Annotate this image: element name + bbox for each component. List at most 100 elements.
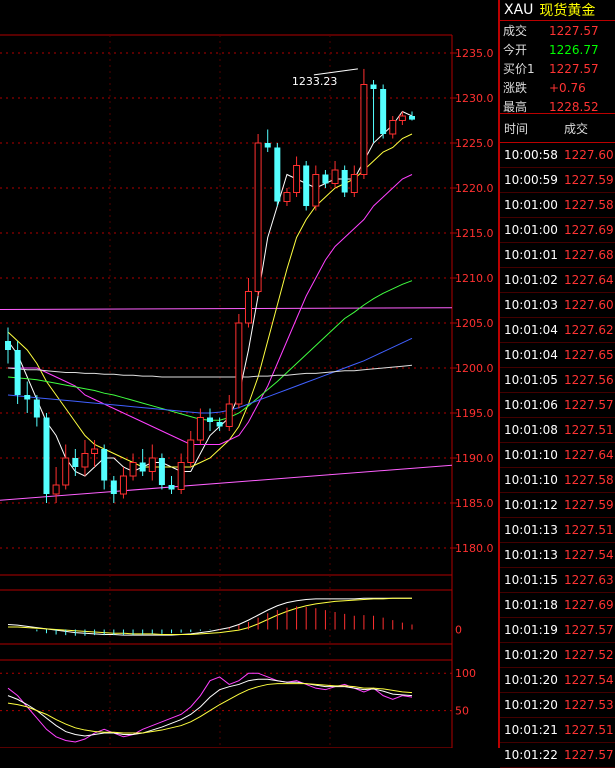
trade-row[interactable]: 10:01:08 1227.51 <box>500 418 615 443</box>
quote-label: 涨跌 <box>503 81 528 95</box>
trade-row[interactable]: 10:01:18 1227.69 <box>500 593 615 618</box>
candle-body-down <box>216 422 223 427</box>
candle-body-down <box>303 165 310 206</box>
trade-row[interactable]: 10:01:13 1227.51 <box>500 518 615 543</box>
y-tick-label: 1205.0 <box>455 317 494 330</box>
trade-row[interactable]: 10:01:20 1227.52 <box>500 643 615 668</box>
trade-price: 1227.58 <box>564 198 614 212</box>
trade-row[interactable]: 10:00:58 1227.60 <box>500 143 615 168</box>
chart-grid <box>0 34 457 748</box>
candle-body-up <box>312 174 320 207</box>
candle-body-down <box>168 485 175 490</box>
trend-line <box>0 307 453 310</box>
trade-row[interactable]: 10:01:03 1227.60 <box>500 293 615 318</box>
trade-row[interactable]: 10:01:20 1227.53 <box>500 693 615 718</box>
trade-row[interactable]: 10:01:00 1227.69 <box>500 218 615 243</box>
trade-price: 1227.56 <box>564 373 614 387</box>
trade-list[interactable]: 10:00:58 1227.60 10:00:59 1227.59 10:01:00 12… <box>500 143 615 768</box>
candle-body-up <box>398 115 406 121</box>
kline-chart-area[interactable]: 1180.0 1185.0 1190.0 1195.0 1200.0 1205.0 1210… <box>0 0 498 748</box>
trade-row[interactable]: 10:01:10 1227.58 <box>500 468 615 493</box>
trade-row[interactable]: 10:01:12 1227.59 <box>500 493 615 518</box>
trade-row[interactable]: 10:01:04 1227.62 <box>500 318 615 343</box>
candle-body-up <box>177 462 185 490</box>
candle-body-up <box>244 291 252 324</box>
kline-chart[interactable]: 1180.0 1185.0 1190.0 1195.0 1200.0 1205.0 1210… <box>0 0 498 748</box>
quote-value: 1226.77 <box>549 42 599 57</box>
trade-row[interactable]: 10:01:20 1227.54 <box>500 668 615 693</box>
trade-row[interactable]: 10:01:05 1227.56 <box>500 368 615 393</box>
kdj-line <box>7 672 413 743</box>
trade-time: 10:01:20 <box>504 673 558 687</box>
trade-row[interactable]: 10:01:02 1227.64 <box>500 268 615 293</box>
candle-body-up <box>62 457 70 486</box>
candle-body-down <box>380 89 387 134</box>
macd-dea-line <box>8 597 412 635</box>
trades-col-time: 时间 <box>504 121 529 136</box>
trades-header: 时间 成交 <box>500 114 615 143</box>
trade-row[interactable]: 10:01:06 1227.57 <box>500 393 615 418</box>
candle-body-down <box>274 147 281 202</box>
trade-time: 10:01:20 <box>504 648 558 662</box>
trade-time: 10:01:13 <box>504 523 558 537</box>
trade-row[interactable]: 10:01:22 1227.57 <box>500 743 615 768</box>
candle-body-down <box>110 480 117 494</box>
trade-price: 1227.57 <box>564 748 614 762</box>
candle-body-up <box>119 475 127 495</box>
trade-price: 1227.51 <box>564 723 614 737</box>
candle-body-up <box>148 457 156 472</box>
trade-time: 10:01:15 <box>504 573 558 587</box>
candle-body-down <box>33 399 40 418</box>
candle-body-down <box>264 143 271 148</box>
trade-price: 1227.60 <box>564 298 614 312</box>
trade-time: 10:01:20 <box>504 698 558 712</box>
y-tick-label: 1210.0 <box>455 272 494 285</box>
candle-body-up <box>52 484 60 495</box>
trade-row[interactable]: 10:01:19 1227.57 <box>500 618 615 643</box>
kdj-line <box>7 683 413 734</box>
trade-time: 10:01:10 <box>504 473 558 487</box>
quote-label: 成交 <box>503 24 528 38</box>
candle-body-down <box>158 458 165 485</box>
trade-row[interactable]: 10:01:01 1227.68 <box>500 243 615 268</box>
trade-row[interactable]: 10:01:15 1227.63 <box>500 568 615 593</box>
candle-body-down <box>101 449 108 481</box>
candle-body-down <box>14 350 21 395</box>
candle-body-up <box>254 142 262 292</box>
ma-line <box>7 364 413 378</box>
trades-col-price: 成交 <box>564 121 589 136</box>
trade-time: 10:01:00 <box>504 223 558 237</box>
trade-price: 1227.64 <box>564 448 614 462</box>
candle-body-up <box>235 322 243 405</box>
trade-row[interactable]: 10:01:21 1227.51 <box>500 718 615 743</box>
quote-header: XAU 现货黄金 <box>500 0 615 21</box>
quote-panel: XAU 现货黄金 成交 1227.57 今开 1226.77 买价1 1227.57 涨跌 +… <box>498 0 615 768</box>
trade-row[interactable]: 10:01:00 1227.58 <box>500 193 615 218</box>
candle-body-up <box>196 417 204 441</box>
trade-row[interactable]: 10:00:59 1227.59 <box>500 168 615 193</box>
trade-row[interactable]: 10:01:04 1227.65 <box>500 343 615 368</box>
trade-time: 10:00:59 <box>504 173 558 187</box>
trade-price: 1227.68 <box>564 248 614 262</box>
trade-time: 10:01:18 <box>504 598 558 612</box>
trade-row[interactable]: 10:01:10 1227.64 <box>500 443 615 468</box>
trade-row[interactable]: 10:01:13 1227.54 <box>500 543 615 568</box>
trade-price: 1227.59 <box>564 173 614 187</box>
candle-body-down <box>409 116 415 120</box>
trade-price: 1227.65 <box>564 348 614 362</box>
trade-time: 10:01:04 <box>504 348 558 362</box>
quote-value: 1227.57 <box>549 61 599 76</box>
trade-time: 10:01:01 <box>504 248 558 262</box>
trade-price: 1227.59 <box>564 498 614 512</box>
kdj-tick-label: 100 <box>455 667 476 680</box>
quote-row: 最高 1228.52 <box>500 97 615 116</box>
trade-price: 1227.52 <box>564 648 614 662</box>
candle-body-down <box>139 462 146 472</box>
quote-row: 成交 1227.57 <box>500 21 615 40</box>
trade-price: 1227.53 <box>564 698 614 712</box>
trade-time: 10:01:05 <box>504 373 558 387</box>
candle-body-up <box>331 169 339 184</box>
candle-body-up <box>293 165 301 193</box>
quote-value: 1227.57 <box>549 23 599 38</box>
trade-time: 10:01:02 <box>504 273 558 287</box>
